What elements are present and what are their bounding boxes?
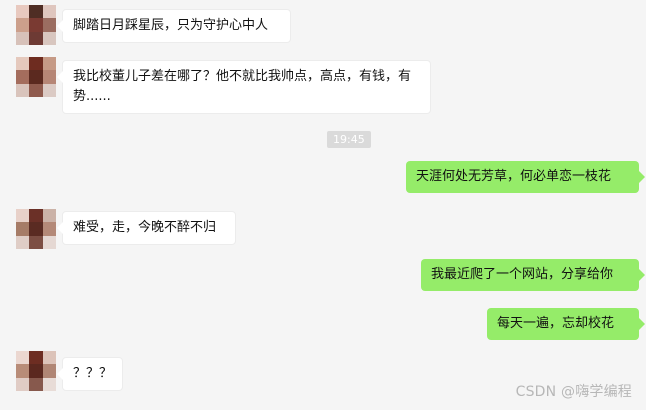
message-text-7: ？？？ [73,366,113,381]
watermark-text: CSDN @嗨学编程 [515,384,632,400]
message-bubble-6[interactable]: 每天一遍，忘却校花 [487,308,645,340]
message-bubble-2[interactable]: 我比校董儿子差在哪了？他不就比我帅点，高点，有钱，有势...... [57,60,431,114]
message-text-4: 难受，走，今晚不醉不归 [73,220,217,235]
time-separator: 19:45 [327,131,371,148]
csdn-watermark: CSDN @嗨学编程 [516,381,632,401]
friend-avatar[interactable] [16,209,56,249]
message-text-5: 我最近爬了一个网站，分享给你 [431,267,614,282]
message-text-1: 脚踏日月踩星辰，只为守护心中人 [73,18,269,33]
message-bubble-3[interactable]: 天涯何处无芳草，何必单恋一枝花 [406,161,645,193]
message-text-2: 我比校董儿子差在哪了？他不就比我帅点，高点，有钱，有势...... [73,69,412,104]
chat-window: 脚踏日月踩星辰，只为守护心中人 我比校董儿子差在哪了？他不就比我帅点，高点，有钱… [0,0,646,410]
message-text-3: 天涯何处无芳草，何必单恋一枝花 [416,169,612,184]
time-separator-text: 19:45 [333,133,365,146]
message-bubble-5[interactable]: 我最近爬了一个网站，分享给你 [421,259,645,291]
message-text-6: 每天一遍，忘却校花 [497,316,615,331]
friend-avatar[interactable] [16,57,56,97]
message-bubble-7[interactable]: ？？？ [57,357,123,391]
friend-avatar[interactable] [16,351,56,391]
friend-avatar[interactable] [16,5,56,45]
message-bubble-4[interactable]: 难受，走，今晚不醉不归 [57,211,236,245]
message-bubble-1[interactable]: 脚踏日月踩星辰，只为守护心中人 [57,9,291,43]
